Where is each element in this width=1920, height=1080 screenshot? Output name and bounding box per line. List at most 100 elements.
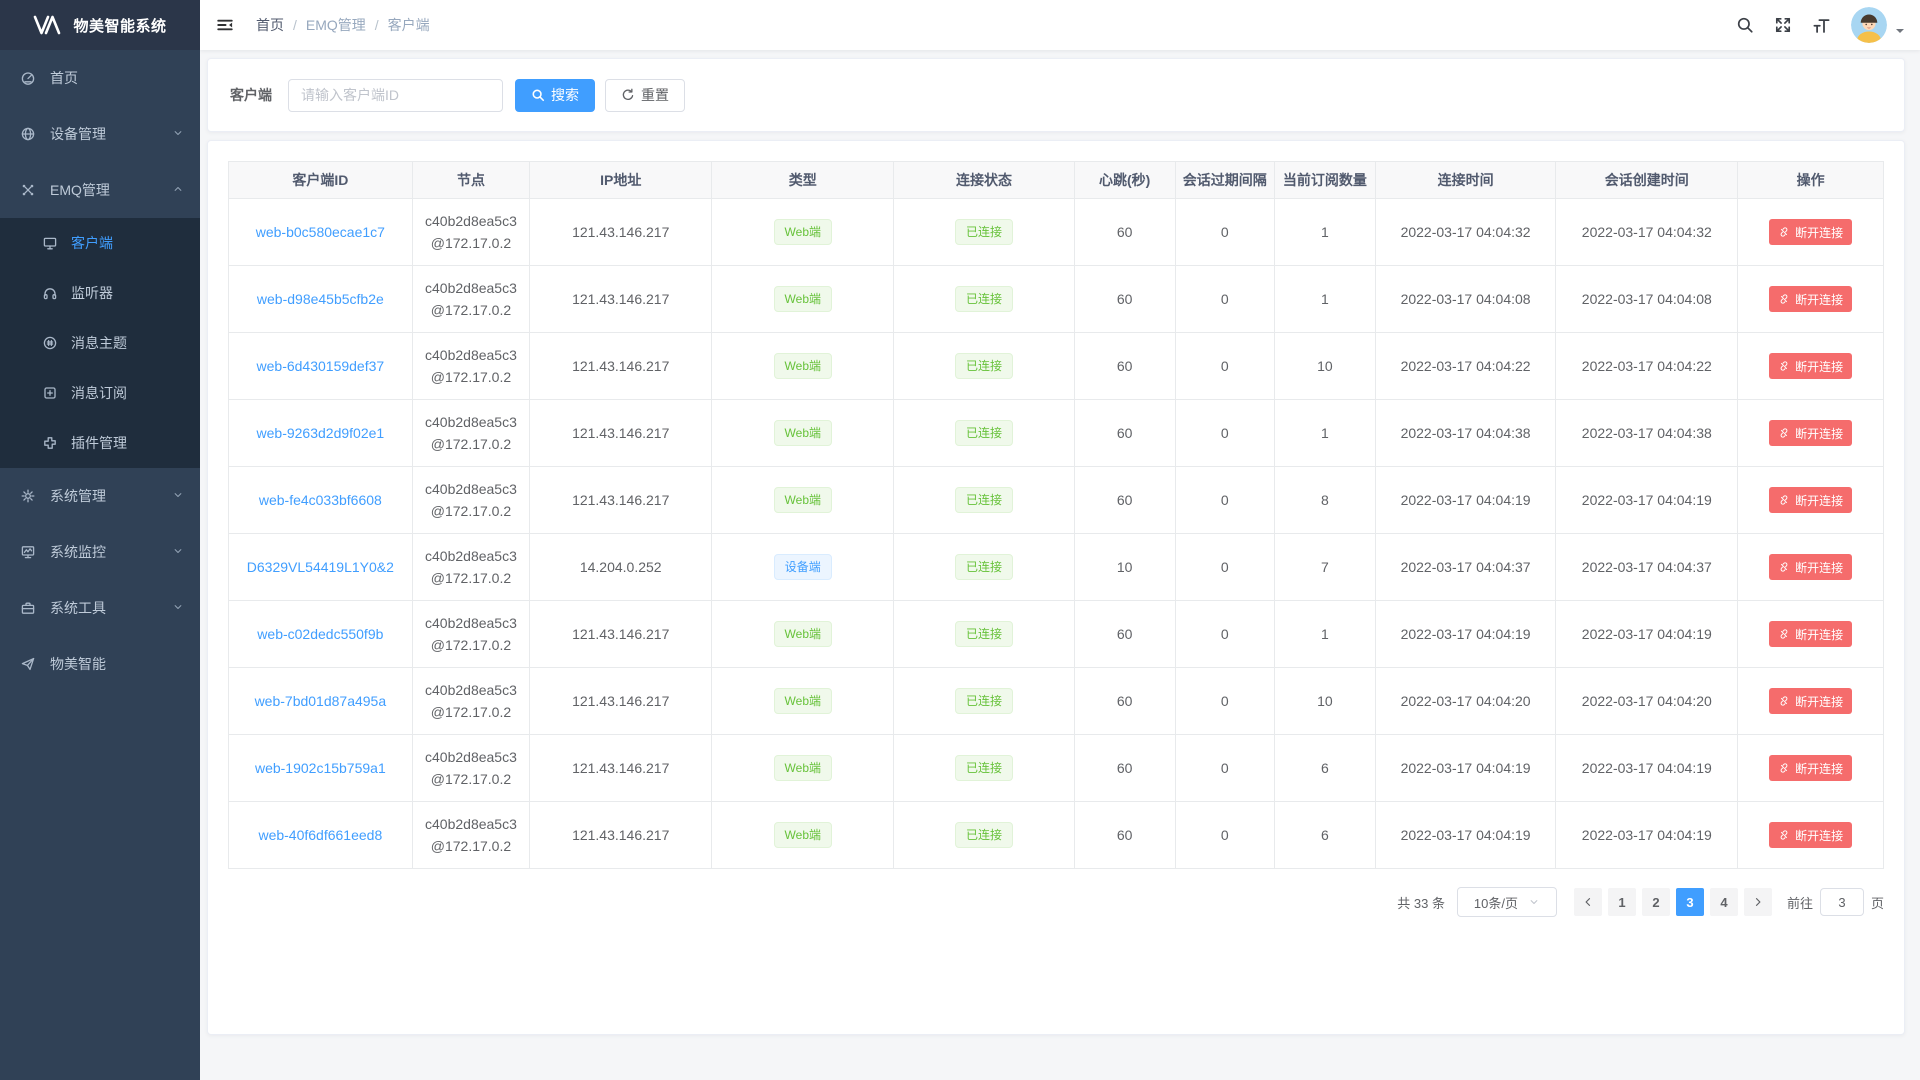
heartbeat-cell: 60 [1074,802,1175,869]
sidebar-subitem-消息主题[interactable]: 消息主题 [0,318,200,368]
client-type-tag: Web端 [774,621,832,647]
client-id-input[interactable] [288,79,503,112]
client-id-link[interactable]: web-c02dedc550f9b [257,626,383,642]
search-panel: 客户端 搜索 重置 [207,58,1905,132]
client-table: 客户端ID节点IP地址类型连接状态心跳(秒)会话过期间隔当前订阅数量连接时间会话… [228,161,1884,869]
page-button-2[interactable]: 2 [1642,888,1670,916]
type-cell: Web端 [712,199,894,266]
headset-icon [42,285,58,301]
sidebar-item-系统工具[interactable]: 系统工具 [0,580,200,636]
page-button-3[interactable]: 3 [1676,888,1704,916]
page-size-select[interactable]: 10条/页 [1457,887,1557,917]
reset-button[interactable]: 重置 [605,79,685,112]
connected-time-cell: 2022-03-17 04:04:19 [1375,601,1555,668]
menu-item-label: 系统监控 [50,542,106,562]
user-avatar[interactable] [1851,7,1904,43]
connection-status-tag: 已连接 [955,755,1013,781]
client-id-cell: web-d98e45b5cfb2e [229,266,413,333]
app-logo[interactable]: 物美智能系统 [0,0,200,50]
page-button-4[interactable]: 4 [1710,888,1738,916]
sidebar-subitem-消息订阅[interactable]: 消息订阅 [0,368,200,418]
session-created-cell: 2022-03-17 04:04:19 [1556,802,1738,869]
disconnect-button-label: 断开连接 [1795,559,1843,576]
disconnect-button[interactable]: 断开连接 [1769,554,1852,580]
subscribe-icon [42,385,58,401]
header-search-button[interactable] [1726,0,1764,50]
disconnect-button[interactable]: 断开连接 [1769,420,1852,446]
ip-cell: 121.43.146.217 [530,668,712,735]
sidebar-subitem-插件管理[interactable]: 插件管理 [0,418,200,468]
sidebar-item-物美智能[interactable]: 物美智能 [0,636,200,692]
ip-cell: 121.43.146.217 [530,333,712,400]
breadcrumb-item[interactable]: 首页 [256,15,284,35]
disconnect-button[interactable]: 断开连接 [1769,487,1852,513]
sidebar-item-系统监控[interactable]: 系统监控 [0,524,200,580]
column-header: 类型 [712,162,894,199]
client-id-link[interactable]: web-40f6df661eed8 [258,827,382,843]
client-id-link[interactable]: web-b0c580ecae1c7 [256,224,385,240]
client-id-link[interactable]: D6329VL54419L1Y0&2 [247,559,394,575]
search-button[interactable]: 搜索 [515,79,595,112]
chevron-down-icon [172,601,184,613]
fullscreen-button[interactable] [1764,0,1802,50]
disconnect-button[interactable]: 断开连接 [1769,286,1852,312]
session-created-cell: 2022-03-17 04:04:08 [1556,266,1738,333]
client-type-tag: Web端 [774,353,832,379]
logo-icon [33,15,63,35]
next-page-button[interactable] [1744,888,1772,916]
client-id-cell: web-1902c15b759a1 [229,735,413,802]
client-id-link[interactable]: web-1902c15b759a1 [255,760,386,776]
subscriptions-cell: 10 [1274,333,1375,400]
ip-cell: 121.43.146.217 [530,802,712,869]
session-expiry-cell: 0 [1175,601,1274,668]
client-id-link[interactable]: web-7bd01d87a495a [255,693,387,709]
sidebar-item-EMQ管理[interactable]: EMQ管理 [0,162,200,218]
sidebar-item-设备管理[interactable]: 设备管理 [0,106,200,162]
client-id-link[interactable]: web-d98e45b5cfb2e [257,291,384,307]
disconnect-button[interactable]: 断开连接 [1769,688,1852,714]
disconnect-button[interactable]: 断开连接 [1769,353,1852,379]
prev-page-button[interactable] [1574,888,1602,916]
sidebar-item-系统管理[interactable]: 系统管理 [0,468,200,524]
client-id-link[interactable]: web-6d430159def37 [257,358,385,374]
ip-cell: 121.43.146.217 [530,735,712,802]
heartbeat-cell: 60 [1074,333,1175,400]
page-button-1[interactable]: 1 [1608,888,1636,916]
node-cell: c40b2d8ea5c3@172.17.0.2 [412,266,530,333]
sidebar-subitem-客户端[interactable]: 客户端 [0,218,200,268]
pagination-total: 共 33 条 [1397,893,1445,912]
column-header: 连接状态 [894,162,1074,199]
hamburger-fold-icon [216,16,234,34]
sidebar-menu: 首页设备管理EMQ管理客户端监听器消息主题消息订阅插件管理系统管理系统监控系统工… [0,50,200,692]
fullscreen-icon [1774,16,1792,34]
sidebar-subitem-监听器[interactable]: 监听器 [0,268,200,318]
font-size-button[interactable] [1802,0,1841,50]
disconnect-button[interactable]: 断开连接 [1769,755,1852,781]
status-cell: 已连接 [894,400,1074,467]
menu-item-label: 插件管理 [71,433,127,453]
disconnect-button-label: 断开连接 [1795,358,1843,375]
node-cell: c40b2d8ea5c3@172.17.0.2 [412,199,530,266]
disconnect-button[interactable]: 断开连接 [1769,621,1852,647]
menu-item-label: 消息订阅 [71,383,127,403]
chevron-right-icon [1752,896,1764,908]
goto-page-input[interactable] [1820,888,1864,916]
client-id-link[interactable]: web-fe4c033bf6608 [259,492,382,508]
sidebar-submenu: 客户端监听器消息主题消息订阅插件管理 [0,218,200,468]
connection-status-tag: 已连接 [955,688,1013,714]
connection-status-tag: 已连接 [955,822,1013,848]
client-type-tag: Web端 [774,219,832,245]
action-cell: 断开连接 [1738,400,1884,467]
disconnect-button[interactable]: 断开连接 [1769,822,1852,848]
table-row: web-40f6df661eed8c40b2d8ea5c3@172.17.0.2… [229,802,1884,869]
client-type-tag: Web端 [774,487,832,513]
connected-time-cell: 2022-03-17 04:04:08 [1375,266,1555,333]
sidebar-item-首页[interactable]: 首页 [0,50,200,106]
disconnect-button[interactable]: 断开连接 [1769,219,1852,245]
client-type-tag: Web端 [774,286,832,312]
node-cell: c40b2d8ea5c3@172.17.0.2 [412,534,530,601]
breadcrumb-item: 客户端 [388,15,430,35]
sidebar-toggle-button[interactable] [200,0,250,50]
client-id-link[interactable]: web-9263d2d9f02e1 [257,425,385,441]
menu-item-label: 监听器 [71,283,113,303]
